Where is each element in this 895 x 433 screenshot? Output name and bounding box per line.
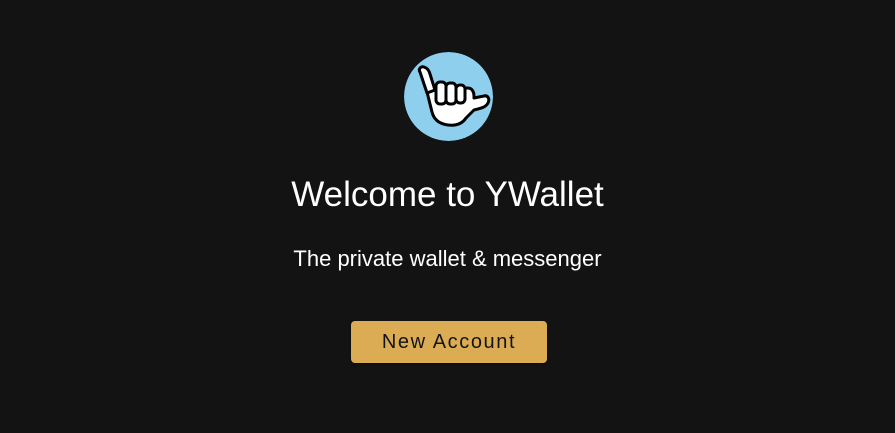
welcome-subtitle: The private wallet & messenger [293,246,602,271]
welcome-screen: Welcome to YWallet The private wallet & … [0,0,895,433]
new-account-button[interactable]: New Account [351,321,547,363]
app-logo [404,52,493,141]
welcome-title: Welcome to YWallet [291,175,604,214]
shaka-hand-icon [404,52,493,141]
